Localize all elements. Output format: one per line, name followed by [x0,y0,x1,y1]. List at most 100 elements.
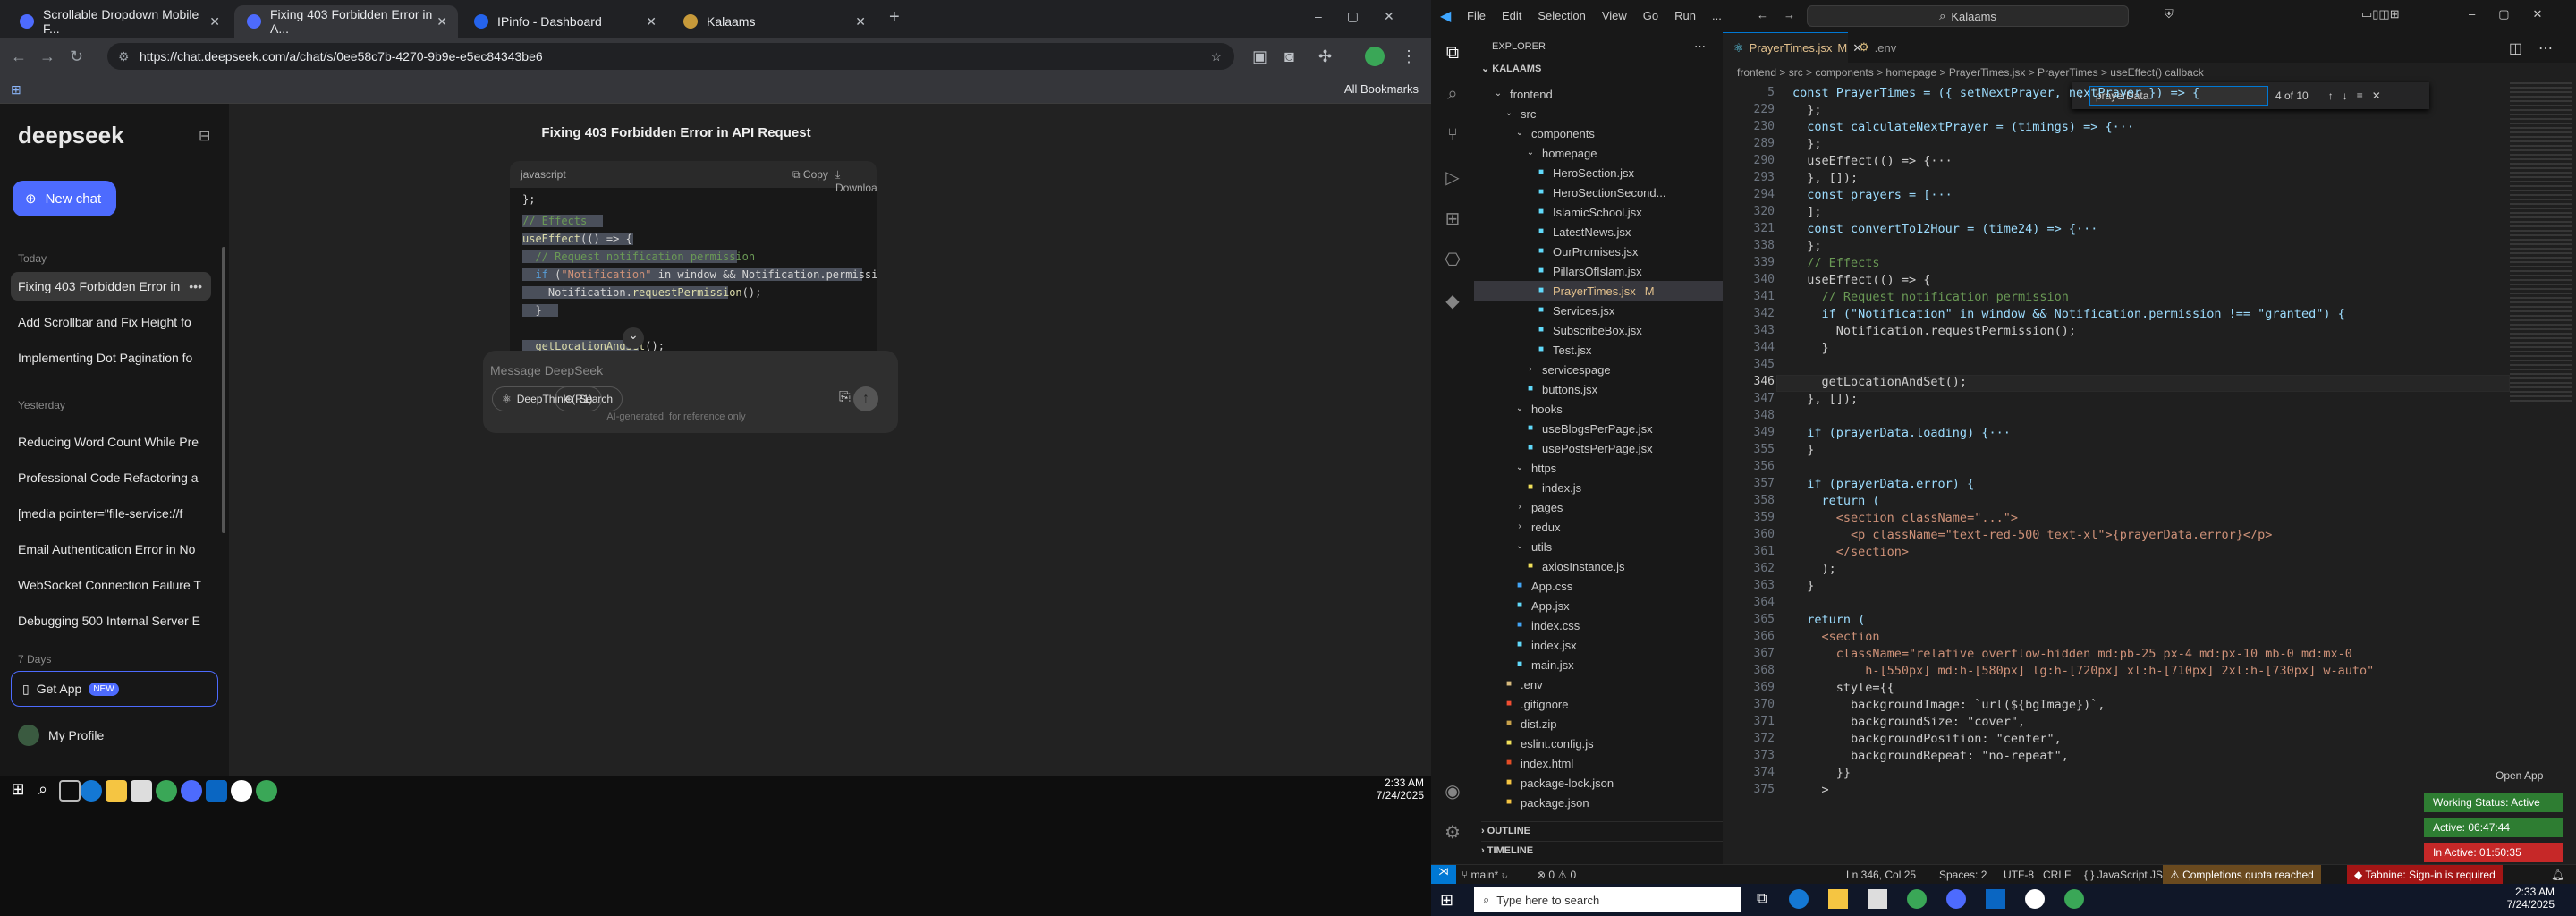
window-controls[interactable]: –▢✕ [2469,7,2565,21]
search-icon[interactable]: ⌕ [32,780,54,802]
windows-start-icon[interactable]: ⊞ [1440,891,1453,910]
previous-match-icon[interactable]: ↑ [2328,89,2334,102]
file-explorer-icon[interactable] [106,780,127,802]
problems-indicator[interactable]: ⊗ 0 ⚠ 0 [1537,869,1576,881]
tree-file[interactable]: ■ index.css [1474,615,1580,635]
close-tab-icon[interactable]: ✕ [436,14,447,30]
remote-icon[interactable]: ⎔ [1442,249,1463,270]
app-icon[interactable] [2025,889,2045,909]
tree-folder[interactable]: › redux [1474,517,1560,537]
accounts-icon[interactable]: ◉ [1442,780,1463,802]
indentation[interactable]: Spaces: 2 [1939,869,1987,881]
new-tab-button[interactable]: + [889,7,900,28]
collapse-sidebar-icon[interactable]: ⊟ [199,127,210,145]
task-view-icon[interactable] [59,780,80,802]
tree-folder[interactable]: › servicespage [1474,360,1610,379]
search-toggle[interactable]: ⊕ Search [555,386,623,411]
tree-folder[interactable]: ⌄ hooks [1474,399,1563,419]
chrome-icon[interactable] [2064,889,2084,909]
new-chat-button[interactable]: ⊕ New chat [13,181,116,216]
store-icon[interactable] [1868,889,1887,909]
tree-file[interactable]: ■ Services.jsx [1474,301,1614,320]
tree-file[interactable]: ■ useBlogsPerPage.jsx [1474,419,1653,438]
tab-ipinfo[interactable]: IPinfo - Dashboard ✕ [462,5,667,38]
chat-history-item[interactable]: Add Scrollbar and Fix Height fo [11,308,211,336]
menu-go[interactable]: Go [1643,9,1658,22]
tree-file[interactable]: ■ PrayerTimes.jsx M [1474,281,1723,301]
tab-scrollable-dropdown[interactable]: Scrollable Dropdown Mobile F... ✕ [7,5,231,38]
attach-icon[interactable]: ⎘ [839,390,851,406]
layout-icon[interactable]: ▭▯◫⊞ [2361,7,2400,21]
copy-button[interactable]: ⧉ Copy [792,168,828,182]
cursor-position[interactable]: Ln 346, Col 25 [1846,869,1916,881]
tree-file[interactable]: ■ HeroSectionSecond... [1474,182,1666,202]
tree-file[interactable]: ■ App.jsx [1474,596,1570,615]
encoding[interactable]: UTF-8 [2004,869,2034,881]
timeline-section[interactable]: › TIMELINE [1481,841,1723,856]
edge-icon[interactable] [80,780,102,802]
chat-history-item[interactable]: Debugging 500 Internal Server E [11,606,211,635]
explorer-icon[interactable]: ⧉ [1442,43,1463,64]
tree-file[interactable]: ■ main.jsx [1474,655,1574,674]
forward-icon[interactable]: → [39,47,55,66]
run-debug-icon[interactable]: ▷ [1442,166,1463,188]
notifications-bell-icon[interactable]: 🔔︎ [2551,869,2564,881]
menu-icon[interactable]: ⋮ [1401,47,1417,66]
git-branch[interactable]: ⑂ main* ↻ [1462,869,1508,881]
tree-folder[interactable]: ⌄ https [1474,458,1556,478]
tree-file[interactable]: ■ axiosInstance.js [1474,556,1625,576]
chrome-icon[interactable] [1907,889,1927,909]
profile-link[interactable]: My Profile [18,725,104,746]
get-app-button[interactable]: ▯ Get App NEW [11,671,218,707]
remote-indicator-icon[interactable]: ⋊ [1431,865,1456,885]
tree-file[interactable]: ■ package-lock.json [1474,773,1614,793]
puzzle-icon[interactable]: ✣ [1318,47,1332,66]
tree-file[interactable]: ■ IslamicSchool.jsx [1474,202,1642,222]
chat-history-item[interactable]: Email Authentication Error in No [11,535,211,564]
tree-file[interactable]: ■ package.json [1474,793,1589,812]
tab-prayertimes[interactable]: ⚛ PrayerTimes.jsx M ✕ [1723,32,1862,63]
tab-env[interactable]: ⚙ .env [1848,32,1919,63]
open-app-link[interactable]: Open App [2487,766,2567,785]
tree-file[interactable]: ■ Test.jsx [1474,340,1591,360]
store-icon[interactable] [131,780,152,802]
scroll-down-button[interactable]: ⌄ [623,327,644,349]
message-input[interactable]: Message DeepSeek [490,363,603,377]
tree-folder[interactable]: ⌄ src [1474,104,1537,123]
more-actions-icon[interactable]: ⋯ [2538,39,2553,57]
window-controls[interactable]: –▢✕ [1315,9,1419,24]
extension-icon[interactable]: ▣ [1252,47,1267,66]
sidebar-scrollbar[interactable] [222,247,225,533]
tree-folder[interactable]: ⌄ components [1474,123,1595,143]
chat-history-item[interactable]: Implementing Dot Pagination fo [11,344,211,372]
find-in-selection-icon[interactable]: ≡ [2357,89,2363,102]
language-mode[interactable]: { } JavaScript JSX [2084,869,2170,881]
more-actions-icon[interactable]: ⋯ [1694,39,1706,54]
tree-file[interactable]: ■ eslint.config.js [1474,734,1594,753]
chat-history-item[interactable]: WebSocket Connection Failure T [11,571,211,599]
tabnine-status[interactable]: ◆ Tabnine: Sign-in is required [2347,865,2503,885]
next-match-icon[interactable]: ↓ [2343,89,2348,102]
menu-more[interactable]: ... [1712,9,1722,22]
tree-file[interactable]: ■ dist.zip [1474,714,1557,734]
command-center[interactable]: ⌕ Kalaams [1807,5,2129,27]
tree-folder[interactable]: ⌄ utils [1474,537,1552,556]
extensions-icon[interactable]: ⊞ [1442,208,1463,229]
more-options-icon[interactable]: ••• [189,279,202,293]
download-button[interactable]: ⤓ Download [835,168,877,194]
tree-folder[interactable]: ⌄ frontend [1474,84,1553,104]
profile-avatar[interactable] [1365,47,1385,66]
chat-history-item[interactable]: [media pointer="file-service://f [11,499,211,528]
close-tab-icon[interactable]: ✕ [646,14,657,30]
bookmark-star-icon[interactable]: ☆ [1210,49,1222,64]
all-bookmarks[interactable]: All Bookmarks [1344,82,1419,96]
tree-file[interactable]: ■ App.css [1474,576,1572,596]
taskbar-search[interactable]: ⌕ Type here to search [1474,887,1741,912]
app-icon[interactable] [181,780,202,802]
tree-folder[interactable]: ⌄ homepage [1474,143,1597,163]
tree-folder[interactable]: › pages [1474,497,1563,517]
vscode-icon[interactable] [1986,889,2005,909]
search-icon[interactable]: ⌕ [1442,84,1463,106]
close-tab-icon[interactable]: ✕ [209,14,220,30]
settings-gear-icon[interactable]: ⚙ [1442,821,1463,843]
